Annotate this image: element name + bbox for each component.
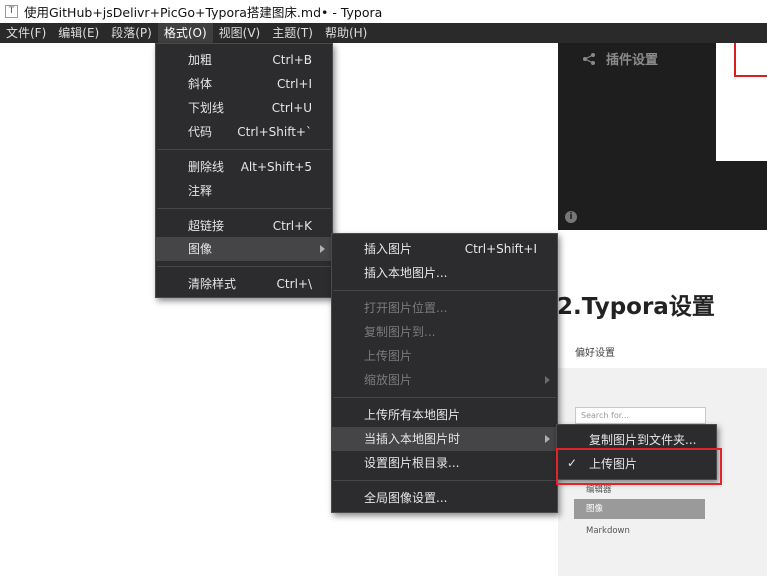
menu-item-copy-image-to: 复制图片到... [364,325,436,339]
menu-item-clear-format[interactable]: 清除样式 Ctrl+\ [156,272,332,296]
title-bar: T 使用GitHub+jsDelivr+PicGo+Typora搭建图床.md•… [0,0,767,23]
menu-item-bold[interactable]: 加粗 Ctrl+B [156,48,332,72]
share-icon [582,52,596,66]
menu-item-image[interactable]: 图像 [156,237,332,261]
menu-item-open-image-location: 打开图片位置... [364,301,448,315]
pref-item-editor: 编辑器 [586,485,612,495]
menu-item-insert-local-image[interactable]: 插入本地图片... [332,261,557,285]
submenu-arrow-icon [545,435,550,443]
menu-item-zoom-image: 缩放图片 [332,368,557,392]
menu-item-upload-all-local-images[interactable]: 上传所有本地图片 [332,403,557,427]
menu-edit[interactable]: 编辑(E) [52,23,105,43]
menu-item-copy-image-to-folder[interactable]: 复制图片到文件夹... [557,428,716,452]
menu-separator [157,208,331,209]
menu-item-when-insert-local-image[interactable]: 当插入本地图片时 [332,427,557,451]
menu-bar: 文件(F) 编辑(E) 段落(P) 格式(O) 视图(V) 主题(T) 帮助(H… [0,23,767,43]
pref-item-image: 图像 [574,499,705,519]
menu-item-comment[interactable]: 注释 [156,179,332,203]
insert-local-image-submenu: 复制图片到文件夹... ✓ 上传图片 [556,424,717,480]
submenu-arrow-icon [545,376,550,384]
menu-separator [333,290,556,291]
menu-item-upload-image-option[interactable]: ✓ 上传图片 [557,452,716,476]
menu-item-set-image-root[interactable]: 设置图片根目录... [332,451,557,475]
typora-app-icon: T [5,5,18,18]
menu-item-strikethrough[interactable]: 删除线 Alt+Shift+5 [156,155,332,179]
image-submenu: 插入图片 Ctrl+Shift+I 插入本地图片... 打开图片位置... 复制图… [331,233,558,513]
menu-theme[interactable]: 主题(T) [266,23,319,43]
format-menu: 加粗 Ctrl+B 斜体 Ctrl+I 下划线 Ctrl+U 代码 Ctrl+Shift… [155,43,333,298]
menu-item-underline[interactable]: 下划线 Ctrl+U [156,96,332,120]
plugin-settings-text: 插件设置 [606,53,659,68]
embedded-screenshot-top: 插件设置 i [558,43,767,230]
menu-separator [333,397,556,398]
window-title: 使用GitHub+jsDelivr+PicGo+Typora搭建图床.md• -… [24,5,383,20]
menu-view[interactable]: 视图(V) [213,23,267,43]
menu-item-insert-image[interactable]: 插入图片 Ctrl+Shift+I [332,237,557,261]
menu-separator [333,480,556,481]
menu-separator [157,266,331,267]
submenu-arrow-icon [320,245,325,253]
section-heading: 2.Typora设置 [557,294,715,320]
pref-item-markdown: Markdown [586,526,630,536]
menu-item-code[interactable]: 代码 Ctrl+Shift+` [156,120,332,144]
info-icon: i [565,211,577,223]
menu-format[interactable]: 格式(O) [157,23,213,43]
preferences-label: 偏好设置 [575,348,615,359]
red-annotation-corner [734,43,767,77]
menu-item-upload-image: 上传图片 [364,349,413,363]
plugin-settings-label: 插件设置 [582,49,658,68]
menu-item-italic[interactable]: 斜体 Ctrl+I [156,72,332,96]
menu-item-global-image-settings[interactable]: 全局图像设置... [332,486,557,510]
checkmark-icon: ✓ [567,456,578,470]
menu-help[interactable]: 帮助(H) [319,23,373,43]
menu-item-hyperlink[interactable]: 超链接 Ctrl+K [156,214,332,238]
menu-paragraph[interactable]: 段落(P) [105,23,158,43]
preferences-search-field: Search for... [575,407,706,424]
menu-separator [157,149,331,150]
menu-file[interactable]: 文件(F) [0,23,52,43]
